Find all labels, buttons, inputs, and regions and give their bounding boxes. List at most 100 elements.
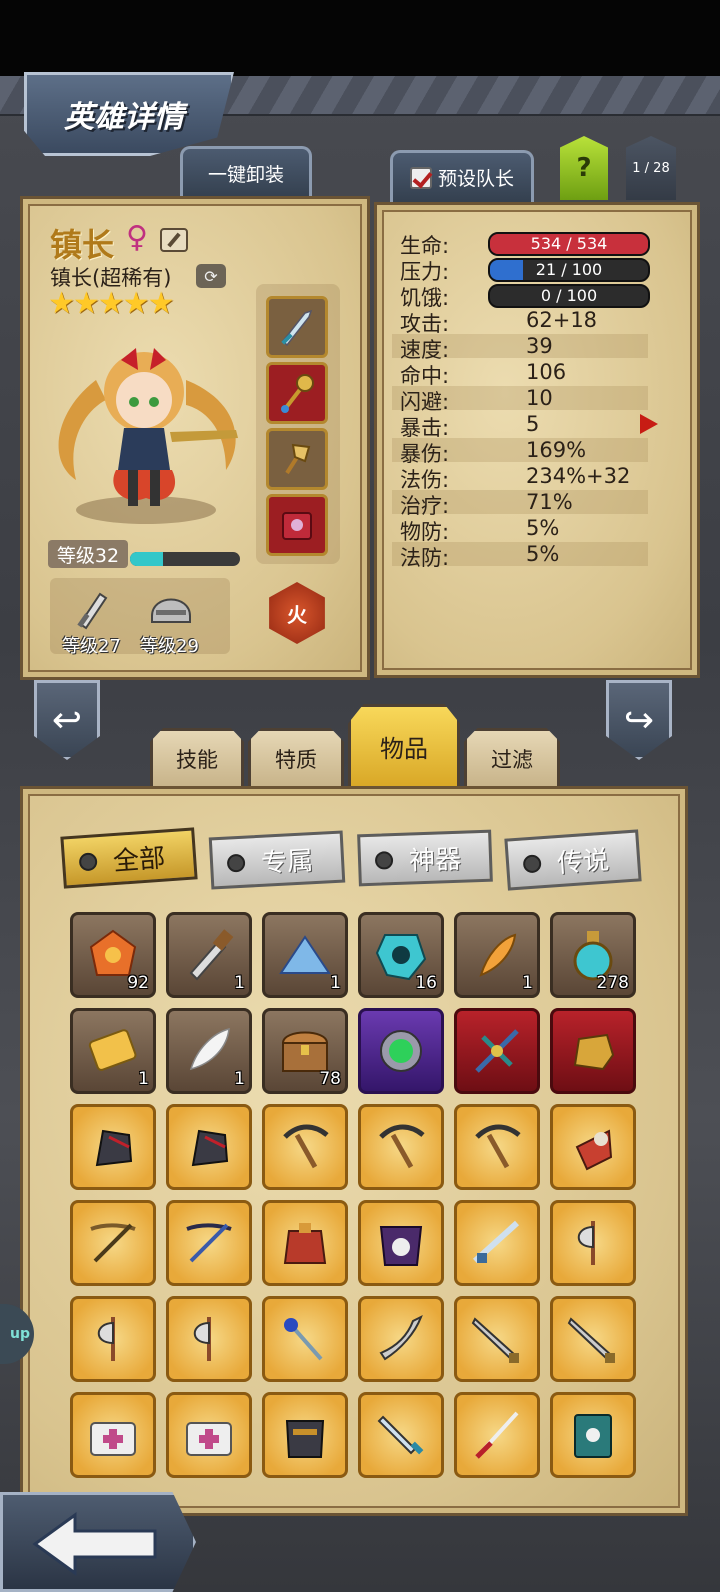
item-count: 78 [319, 1069, 341, 1089]
inventory-slot[interactable] [262, 1200, 348, 1286]
stat-value: 62+18 [526, 308, 598, 332]
swap-skin-icon[interactable]: ⟳ [196, 264, 226, 288]
stat-value: 5 [526, 412, 540, 436]
unequip-all-label: 一键卸装 [207, 164, 284, 186]
pickaxe-icon [283, 1124, 329, 1169]
gear-slot-staff[interactable] [266, 362, 328, 424]
inventory-slot[interactable] [70, 1296, 156, 1382]
dark-armor-icon [285, 1420, 325, 1458]
inventory-slot[interactable] [358, 1008, 444, 1094]
radio-dot-icon [374, 851, 394, 870]
inventory-slot[interactable] [70, 1104, 156, 1190]
inventory-slot[interactable]: 1 [166, 1008, 252, 1094]
item-count: 16 [415, 973, 437, 993]
inventory-slot[interactable]: 1 [166, 912, 252, 998]
inventory-slot[interactable] [454, 1392, 540, 1478]
medkit-icon [90, 1422, 136, 1456]
tab-traits[interactable]: 特质 [248, 728, 344, 786]
tome-icon [282, 512, 312, 540]
filter-all[interactable]: 全部 [60, 827, 198, 889]
inventory-slot[interactable] [550, 1008, 636, 1094]
sword-icon [281, 309, 313, 347]
inventory-slot[interactable]: 16 [358, 912, 444, 998]
item-count: 1 [138, 1069, 149, 1089]
battle-axe-icon [577, 1221, 595, 1265]
inventory-slot[interactable] [454, 1008, 540, 1094]
inventory-slot[interactable] [166, 1200, 252, 1286]
inventory-slot[interactable]: 1 [70, 1008, 156, 1094]
weapon-icon [77, 592, 108, 630]
inventory-slot[interactable]: 1 [454, 912, 540, 998]
inventory-slot[interactable]: 278 [550, 912, 636, 998]
inventory-slot[interactable] [550, 1296, 636, 1382]
hp-bar: 534 / 534 [488, 232, 650, 256]
inventory-slot[interactable] [358, 1104, 444, 1190]
star-rating: ★★★★★ [48, 286, 174, 321]
tab-filter[interactable]: 过滤 [464, 728, 560, 786]
battle-axe-icon [193, 1317, 211, 1361]
ticket-icon [88, 1029, 137, 1071]
greatsword-icon [567, 1317, 615, 1363]
gear-slot-book[interactable] [266, 494, 328, 556]
tab-skills[interactable]: 技能 [150, 728, 244, 786]
inventory-slot[interactable] [262, 1296, 348, 1382]
preset-leader-label: 预设队长 [437, 168, 514, 190]
gear-slot-trinket[interactable] [266, 428, 328, 490]
inventory-slot[interactable] [454, 1296, 540, 1382]
tab-items-label: 物品 [380, 735, 428, 763]
inventory-slot[interactable] [70, 1392, 156, 1478]
stat-value: 106 [526, 360, 567, 384]
female-icon: ♀ [126, 220, 148, 255]
inventory-slot[interactable]: 78 [262, 1008, 348, 1094]
item-count: 92 [127, 973, 149, 993]
status-bar [0, 0, 720, 76]
tab-items[interactable]: 物品 [348, 704, 460, 786]
unequip-all-button[interactable]: 一键卸装 [180, 146, 312, 198]
inventory-slot[interactable] [550, 1200, 636, 1286]
gear-slot-weapon[interactable] [266, 296, 328, 358]
radio-dot-icon [78, 852, 98, 872]
inventory-slot[interactable] [358, 1392, 444, 1478]
inventory-slot[interactable] [550, 1392, 636, 1478]
inventory-slot[interactable] [358, 1296, 444, 1382]
scimitar-icon [379, 1314, 423, 1361]
inventory-slot[interactable] [166, 1296, 252, 1382]
inventory-slot[interactable] [550, 1104, 636, 1190]
filter-exclusive[interactable]: 专属 [208, 830, 346, 890]
rifle-icon [472, 1220, 520, 1264]
item-count: 1 [330, 973, 341, 993]
hero-name: 镇长 [50, 226, 115, 264]
back-button[interactable] [0, 1492, 196, 1592]
inventory-slot[interactable] [70, 1200, 156, 1286]
spell-book-icon [574, 1414, 612, 1458]
help-label: ? [576, 153, 592, 183]
dark-gauntlet-icon [95, 1129, 133, 1167]
hunger-bar: 0 / 100 [488, 284, 650, 308]
inventory-slot[interactable]: 92 [70, 912, 156, 998]
shield-icon [575, 1129, 613, 1171]
stress-value: 21 / 100 [535, 260, 603, 279]
back-arrow-icon: ↩ [51, 699, 83, 741]
inventory-slot[interactable] [454, 1104, 540, 1190]
inventory-slot[interactable] [262, 1104, 348, 1190]
help-button[interactable]: ? [560, 136, 608, 200]
inventory-slot[interactable]: 1 [262, 912, 348, 998]
feather-icon [479, 933, 517, 977]
preset-leader-toggle[interactable]: 预设队长 [390, 150, 534, 202]
inventory-slot[interactable] [166, 1104, 252, 1190]
inventory-slot[interactable] [454, 1200, 540, 1286]
dark-crossbow-icon [186, 1223, 232, 1263]
item-count: 1 [522, 973, 533, 993]
hero-level-label: 等级32 [56, 544, 120, 567]
hunger-value: 0 / 100 [540, 286, 598, 305]
expand-stats-arrow-icon[interactable] [640, 414, 658, 434]
battle-axe-icon [97, 1317, 115, 1361]
filter-legend[interactable]: 传说 [504, 829, 642, 891]
inventory-slot[interactable] [166, 1392, 252, 1478]
inventory-slot[interactable] [358, 1200, 444, 1286]
edit-name-icon[interactable] [160, 228, 188, 252]
filter-artifact[interactable]: 神器 [357, 829, 493, 887]
filter-legend-label: 传说 [556, 845, 611, 879]
inventory-slot[interactable] [262, 1392, 348, 1478]
amulet-icon [285, 443, 311, 475]
